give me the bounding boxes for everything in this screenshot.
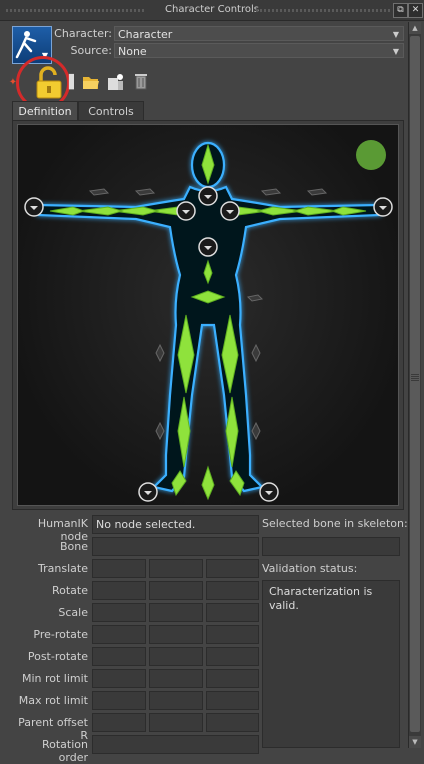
source-dropdown[interactable]: None ▼ [114, 43, 404, 58]
validation-status-box: Characterization is valid. [262, 580, 400, 748]
title-grip-right [256, 9, 390, 12]
skeleton-figure [24, 140, 393, 502]
bone-label: Bone [59, 540, 88, 553]
rotate-label: Rotate [51, 584, 88, 597]
rotate-y-field[interactable] [149, 581, 203, 600]
chevron-down-icon: ▼ [392, 30, 399, 39]
parent-offset-z-field[interactable] [206, 713, 259, 732]
restore-button[interactable]: ⧉ [393, 3, 408, 18]
rotate-z-field[interactable] [206, 581, 259, 600]
scroll-grip [411, 374, 419, 381]
rotation-order-label: Rotation order [41, 738, 88, 764]
chevron-down-icon: ▼ [392, 47, 399, 56]
character-viewport[interactable] [17, 124, 399, 506]
source-value: None [118, 45, 147, 58]
lock-icon[interactable] [32, 66, 66, 100]
scroll-thumb[interactable] [410, 36, 420, 732]
vertical-scrollbar[interactable]: ▲ ▼ [408, 22, 421, 748]
pre-rotate-z-field[interactable] [206, 625, 259, 644]
source-label: Source: [70, 44, 113, 57]
post-rotate-y-field[interactable] [149, 647, 203, 666]
post-rotate-x-field[interactable] [92, 647, 146, 666]
scale-y-field[interactable] [149, 603, 203, 622]
title-bar: Character Controls ⧉ ✕ [0, 0, 424, 21]
parent-offset-x-field[interactable] [92, 713, 146, 732]
translate-label: Translate [38, 562, 88, 575]
scale-label: Scale [58, 606, 88, 619]
min-rot-limit-label: Min rot limit [21, 672, 88, 685]
selected-bone-label: Selected bone in skeleton: [262, 517, 408, 530]
bone-field[interactable] [92, 537, 259, 556]
character-label: Character: [54, 27, 112, 40]
humanik-node-field: No node selected. [92, 515, 259, 534]
min-rot-z-field[interactable] [206, 669, 259, 688]
post-rotate-z-field[interactable] [206, 647, 259, 666]
translate-z-field[interactable] [206, 559, 259, 578]
max-rot-z-field[interactable] [206, 691, 259, 710]
scale-z-field[interactable] [206, 603, 259, 622]
selected-bone-field[interactable] [262, 537, 400, 556]
pre-rotate-x-field[interactable] [92, 625, 146, 644]
parent-offset-y-field[interactable] [149, 713, 203, 732]
min-rot-y-field[interactable] [149, 669, 203, 688]
separator-icon: ▌ [69, 75, 79, 90]
translate-y-field[interactable] [149, 559, 203, 578]
open-folder-icon[interactable] [81, 72, 101, 94]
max-rot-y-field[interactable] [149, 691, 203, 710]
scroll-down-icon[interactable]: ▼ [409, 736, 421, 748]
rotation-order-field[interactable] [92, 735, 259, 754]
pre-rotate-y-field[interactable] [149, 625, 203, 644]
validation-status-label: Validation status: [262, 562, 358, 575]
character-dropdown[interactable]: Character ▼ [114, 26, 404, 41]
max-rot-x-field[interactable] [92, 691, 146, 710]
rotate-x-field[interactable] [92, 581, 146, 600]
scroll-up-icon[interactable]: ▲ [409, 22, 421, 34]
post-rotate-label: Post-rotate [27, 650, 88, 663]
characterize-icon[interactable] [106, 72, 126, 94]
max-rot-limit-label: Max rot limit [18, 694, 88, 707]
pre-rotate-label: Pre-rotate [33, 628, 88, 641]
tab-definition[interactable]: Definition [12, 101, 78, 121]
translate-x-field[interactable] [92, 559, 146, 578]
close-button[interactable]: ✕ [408, 3, 423, 18]
min-rot-x-field[interactable] [92, 669, 146, 688]
tab-controls[interactable]: Controls [78, 101, 144, 121]
character-value: Character [118, 28, 173, 41]
status-indicator [356, 140, 386, 170]
scale-x-field[interactable] [92, 603, 146, 622]
trash-icon[interactable] [131, 72, 151, 94]
